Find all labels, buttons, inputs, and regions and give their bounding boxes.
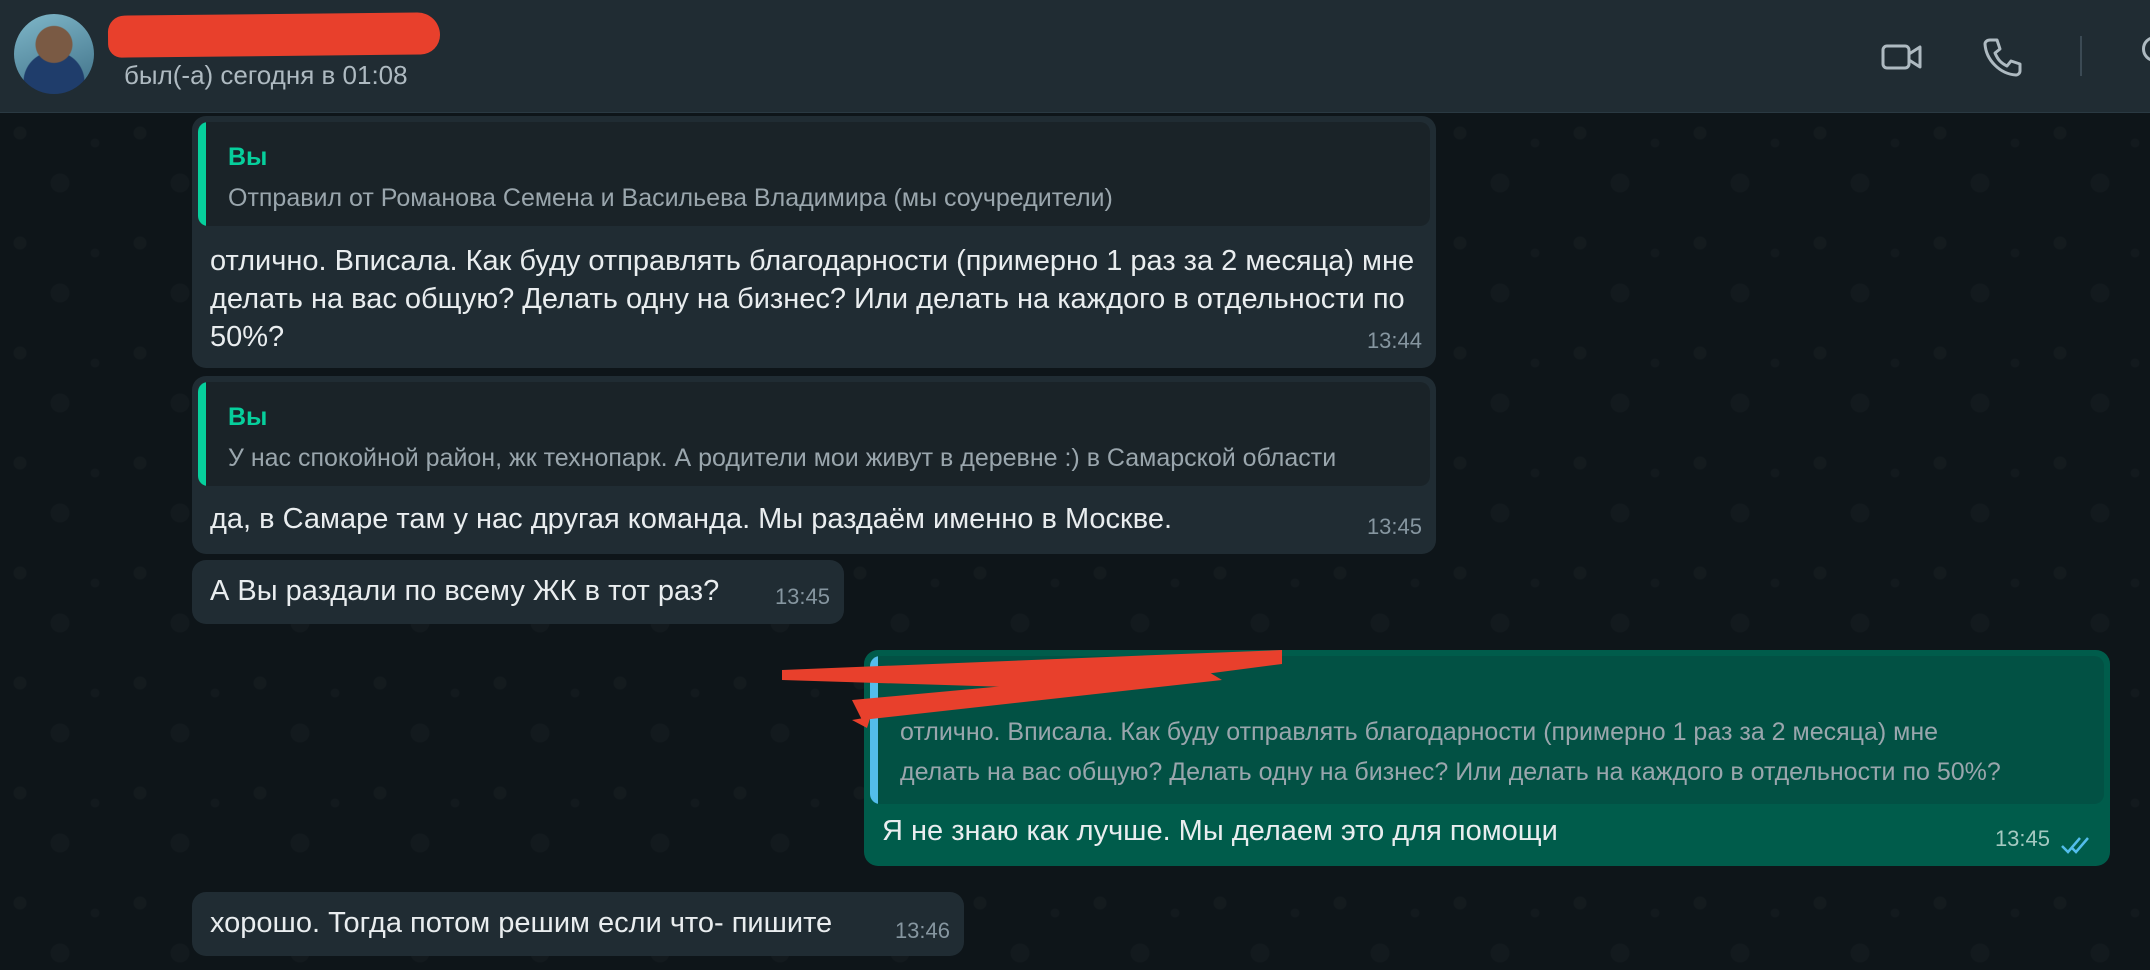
quote-bar (198, 382, 206, 486)
message-bubble-incoming[interactable]: А Вы раздали по всему ЖК в тот раз? 13:4… (192, 560, 844, 624)
redaction-mark (782, 650, 1282, 728)
contact-avatar[interactable] (14, 14, 94, 94)
quote-text: Отправил от Романова Семена и Васильева … (228, 184, 1113, 212)
message-time: 13:46 (894, 918, 950, 943)
message-bubble-incoming[interactable]: Вы Отправил от Романова Семена и Василье… (192, 116, 1436, 368)
last-seen-status: был(-а) сегодня в 01:08 (124, 60, 408, 90)
voice-call-icon[interactable] (1980, 35, 2024, 79)
message-text: Я не знаю как лучше. Мы делаем это для п… (882, 815, 1558, 847)
message-time: 13:44 (1366, 328, 1422, 353)
message-bubble-incoming[interactable]: хорошо. Тогда потом решим если что- пиши… (192, 892, 964, 956)
quoted-message[interactable]: Вы У нас спокойной район, жк технопарк. … (198, 382, 1430, 486)
message-bubble-incoming[interactable]: Вы У нас спокойной район, жк технопарк. … (192, 376, 1436, 554)
video-call-icon[interactable] (1880, 35, 1924, 79)
message-line: делать на вас общую? Делать одну на бизн… (210, 283, 1405, 315)
header-divider (2080, 36, 2082, 76)
message-text: А Вы раздали по всему ЖК в тот раз? (210, 575, 720, 607)
message-time: 13:45 (1994, 826, 2050, 851)
message-text: отлично. Вписала. Как буду отправлять бл… (210, 242, 1414, 356)
quoted-message[interactable]: Вы Отправил от Романова Семена и Василье… (198, 122, 1430, 226)
quote-author: Вы (228, 143, 268, 171)
message-time: 13:45 (1366, 514, 1422, 539)
quote-text: У нас спокойной район, жк технопарк. А р… (228, 444, 1337, 472)
message-text: да, в Самаре там у нас другая команда. М… (210, 503, 1173, 535)
message-line: отлично. Вписала. Как буду отправлять бл… (210, 245, 1415, 277)
quote-line: делать на вас общую? Делать одну на бизн… (900, 758, 2001, 786)
quote-author: Вы (228, 403, 268, 431)
message-text: хорошо. Тогда потом решим если что- пиши… (210, 907, 833, 939)
chat-header: был(-а) сегодня в 01:08 (0, 0, 2150, 113)
message-line: 50%? (210, 321, 285, 353)
redaction-mark (107, 12, 441, 58)
quote-bar (198, 122, 206, 226)
read-receipt-icon (2061, 837, 2089, 854)
search-icon[interactable] (2142, 36, 2150, 62)
message-time: 13:45 (774, 584, 830, 609)
